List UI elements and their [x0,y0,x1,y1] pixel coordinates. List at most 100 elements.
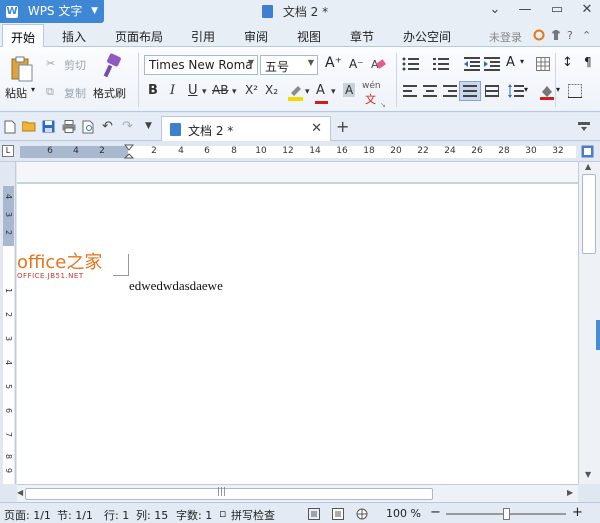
clear-format-icon[interactable]: A [370,57,386,71]
underline-dropdown-icon[interactable]: ▾ [202,87,207,97]
highlight-icon[interactable] [287,83,305,101]
font-dialog-launcher-icon[interactable]: ↘ [380,101,386,109]
status-line[interactable]: 行: 1 [104,507,129,523]
shrink-font-button[interactable]: A⁻ [349,57,364,71]
print-icon[interactable] [62,120,76,133]
format-painter-icon[interactable] [100,53,124,79]
horizontal-scroll-thumb[interactable] [25,488,433,500]
underline-button[interactable]: U [188,83,198,98]
shading-dropdown-icon[interactable]: ▾ [556,85,560,94]
zoom-out-icon[interactable]: − [430,505,441,520]
document-canvas[interactable]: office之家 OFFICE.JB51.NET edwedwdasdaewe [17,162,578,484]
document-body-text[interactable]: edwedwdasdaewe [129,278,223,294]
superscript-button[interactable]: X² [245,83,258,97]
status-word-count[interactable]: 字数: 1 [176,507,212,523]
char-shading-button[interactable]: A [343,83,356,97]
chevron-up-icon[interactable]: ⌃ [582,29,591,42]
line-spacing-icon[interactable] [508,84,524,98]
paste-dropdown-icon[interactable]: ▾ [31,85,35,94]
strikethrough-dropdown-icon[interactable]: ▾ [232,87,237,97]
strikethrough-button[interactable]: AB [212,83,228,97]
font-size-select[interactable]: 五号 ▼ [260,55,318,75]
maximize-button[interactable]: ▭ [548,2,566,17]
paste-label[interactable]: 粘贴 [5,85,27,101]
view-ruler-icon[interactable] [581,145,594,158]
text-direction-button[interactable]: A [506,55,515,70]
more-ribbon-icon[interactable]: ¶ [584,55,592,69]
undo-icon[interactable]: ↶ [102,119,113,134]
login-status[interactable]: 未登录 [489,29,522,45]
help-icon[interactable]: ? [567,29,573,42]
tab-list-icon[interactable] [578,122,590,132]
redo-icon[interactable]: ↷ [122,119,133,134]
highlight-dropdown-icon[interactable]: ▾ [305,87,310,97]
new-tab-button[interactable]: + [336,117,349,136]
format-painter-label[interactable]: 格式刷 [93,85,126,101]
zoom-level[interactable]: 100 % [386,507,421,520]
horizontal-scrollbar[interactable]: ◀ ||| ▶ [17,484,578,502]
status-column[interactable]: 列: 15 [136,507,168,523]
scroll-down-icon[interactable]: ▼ [585,470,591,479]
sort-icon[interactable]: ↕ [562,55,573,70]
font-color-dropdown-icon[interactable]: ▾ [331,87,336,97]
tab-page-layout[interactable]: 页面布局 [115,28,163,45]
outline-view-icon[interactable] [332,508,344,520]
paste-icon[interactable] [10,55,34,83]
tab-references[interactable]: 引用 [191,28,215,45]
vertical-ruler[interactable]: 4 3 2 1 2 3 4 5 6 7 8 9 [0,162,16,484]
status-section[interactable]: 节: 1/1 [57,507,93,523]
vertical-scroll-thumb[interactable] [582,174,596,254]
borders-icon[interactable] [568,84,582,98]
bold-button[interactable]: B [148,83,158,98]
print-preview-icon[interactable] [82,120,95,134]
font-color-button[interactable]: A [316,83,325,98]
indent-marker-icon[interactable] [124,144,134,162]
copy-button[interactable]: 复制 [64,85,86,101]
tab-review[interactable]: 审阅 [244,28,268,45]
zoom-slider-thumb[interactable] [503,508,510,520]
minimize-button[interactable]: — [516,2,534,17]
page-view-icon[interactable] [308,508,320,520]
grow-font-button[interactable]: A⁺ [325,55,342,71]
tab-insert[interactable]: 插入 [62,28,86,45]
distribute-icon[interactable] [485,85,499,97]
justify-icon[interactable] [463,85,477,97]
web-view-icon[interactable] [356,508,368,520]
cut-button[interactable]: 剪切 [64,57,86,73]
phonetic-guide-button[interactable]: wén [362,81,381,91]
zoom-in-icon[interactable]: + [572,505,583,520]
align-center-icon[interactable] [423,85,437,97]
save-icon[interactable] [42,120,55,133]
tab-home[interactable]: 开始 [2,24,45,47]
shirt-icon[interactable] [550,29,562,41]
decrease-indent-icon[interactable] [464,57,480,71]
scroll-right-icon[interactable]: ▶ [567,488,573,497]
tab-office-space[interactable]: 办公空间 [403,28,451,45]
horizontal-ruler[interactable]: L 6 4 2 2 4 6 8 10 12 14 16 18 20 22 24 … [0,142,600,162]
close-tab-icon[interactable]: ✕ [311,121,322,136]
shading-icon[interactable] [539,83,555,101]
tab-section[interactable]: 章节 [350,28,374,45]
scroll-up-icon[interactable]: ▲ [585,162,591,171]
refresh-icon[interactable] [533,29,545,41]
subscript-button[interactable]: X₂ [265,83,278,97]
status-page[interactable]: 页面: 1/1 [4,507,51,523]
close-button[interactable]: ✕ [578,2,596,17]
numbered-list-icon[interactable] [432,57,450,71]
side-panel-tab[interactable] [596,320,600,350]
spellcheck-checkbox-icon[interactable]: ▫ [219,507,226,520]
status-spellcheck[interactable]: 拼写检查 [231,507,275,523]
tab-view[interactable]: 视图 [297,28,321,45]
customize-toolbar-icon[interactable]: ▼ [145,121,152,131]
open-folder-icon[interactable] [22,120,36,132]
align-left-icon[interactable] [403,85,417,97]
increase-indent-icon[interactable] [484,57,500,71]
text-direction-dropdown-icon[interactable]: ▾ [520,57,524,66]
tab-stop-icon[interactable]: L [2,145,14,157]
minimize-ribbon-button[interactable]: ⌄ [486,2,504,17]
app-menu-button[interactable]: W WPS 文字 ▼ [0,0,104,23]
line-spacing-dropdown-icon[interactable]: ▾ [524,85,528,94]
italic-button[interactable]: I [170,83,175,98]
table-icon[interactable] [536,57,550,71]
align-right-icon[interactable] [443,85,457,97]
